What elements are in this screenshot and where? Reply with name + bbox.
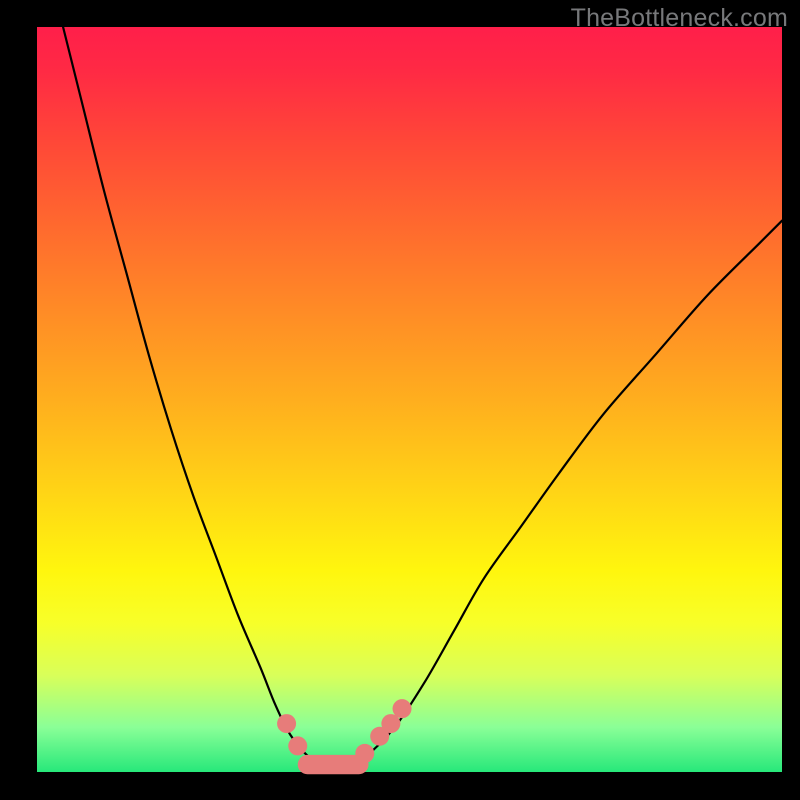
bottleneck-curve: [59, 12, 782, 770]
plot-area: [37, 27, 782, 772]
chart-svg: [37, 27, 782, 772]
highlight-bar: [298, 755, 369, 774]
highlight-bar-rect: [298, 755, 369, 774]
highlight-dot: [277, 714, 296, 733]
highlight-dot: [393, 699, 412, 718]
watermark-text: TheBottleneck.com: [571, 4, 788, 33]
chart-frame: TheBottleneck.com: [0, 0, 800, 800]
highlight-dot: [288, 736, 307, 755]
